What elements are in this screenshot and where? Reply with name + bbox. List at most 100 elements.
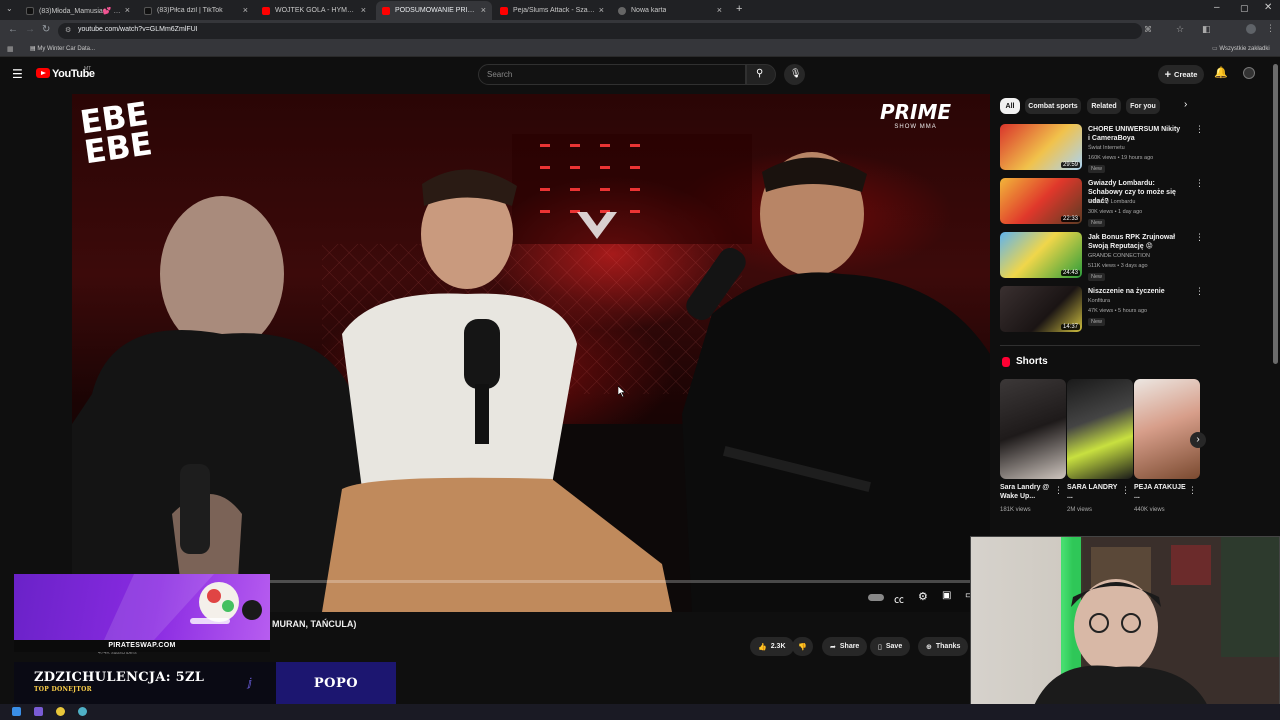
close-window-icon[interactable]: ✕ [1264,2,1272,13]
more-actions-icon[interactable]: ⋮ [1188,485,1197,496]
site-info-icon[interactable]: ⚙ [65,26,71,34]
like-button[interactable]: 👍 2.3K [750,637,794,656]
bookmark-item[interactable]: ▤ My Winter Car Data... [30,45,95,52]
shorts-next-button[interactable]: › [1190,432,1206,448]
tab-title: PODSUMOWANIE PRIME M [395,7,477,14]
chip-related[interactable]: Related [1087,98,1121,114]
recommended-thumbnail[interactable]: 14:37 [1000,286,1082,332]
create-label: Create [1174,70,1198,79]
recommended-thumbnail[interactable]: 29:59 [1000,124,1082,170]
close-tab-icon[interactable]: × [125,5,130,15]
forward-arrow-icon[interactable]: → [25,24,35,35]
short-views: 2M views [1067,507,1093,513]
recommended-channel[interactable]: Gwiazdy Lombardu [1088,199,1135,205]
more-actions-icon[interactable]: ⋮ [1054,485,1063,496]
browser-tab-2[interactable]: (83)Piłca dzil | TikTok × [138,1,254,20]
taskbar-app-icon[interactable] [78,707,87,716]
recommended-title[interactable]: Jak Bonus RPK Zrujnował Swoją Reputację … [1088,233,1184,251]
reload-icon[interactable]: ↻ [42,24,50,35]
browser-tab-1[interactable]: (83)Młoda_Mamusia💕 (@mam × [20,1,136,20]
tab-title: Peja/Slums Attack - Szacunek [513,7,595,14]
miniplayer-icon[interactable]: ▣ [942,590,951,601]
more-actions-icon[interactable]: ⋮ [1121,485,1130,496]
account-avatar[interactable] [1243,67,1255,79]
minimize-window-icon[interactable]: – [1214,2,1220,13]
tiktok-icon [26,6,34,15]
browser-tab-3[interactable]: WOJTEK GOLA - HYMN HETERO × [256,1,372,20]
more-actions-icon[interactable]: ⋮ [1195,178,1204,189]
browser-tab-4[interactable]: PODSUMOWANIE PRIME M × [376,1,492,20]
chip-all[interactable]: All [1000,98,1020,114]
short-thumbnail[interactable] [1067,379,1133,479]
new-tab-button[interactable]: + [736,3,742,15]
thanks-button[interactable]: ⊕ Thanks [918,637,969,656]
video-player[interactable]: EBE EBE PRIME SHOW MMA ㏄ ⚙ ▣ ▭ [72,94,990,612]
close-tab-icon[interactable]: × [243,5,248,15]
apps-grid-icon[interactable]: ▦ [7,45,14,53]
dislike-button[interactable]: 👎 [792,637,813,656]
close-tab-icon[interactable]: × [481,5,486,15]
new-badge: New [1088,273,1106,281]
short-title[interactable]: PEJA ATAKUJE ... [1134,483,1192,501]
short-title[interactable]: SARA LANDRY ... [1067,483,1125,501]
short-title[interactable]: Sara Landry @ Wake Up... [1000,483,1058,501]
sponsor-url: PIRATESWAP.COM [14,640,270,652]
thumbs-up-icon: 👍 [758,643,767,651]
tab-search-icon[interactable]: ⌄ [6,4,13,13]
recommended-title[interactable]: CHORE UNIWERSUM Nikity i CameraBoya [1088,125,1184,143]
all-bookmarks-label: Wszystkie zakładki [1219,46,1270,52]
bookmark-star-icon[interactable]: ☆ [1176,24,1184,35]
share-button[interactable]: ➦ Share [822,637,868,656]
translate-icon[interactable]: ⌘ [1144,25,1152,34]
recommended-channel[interactable]: Świat Internetu [1088,145,1125,151]
browser-tab-strip: ⌄ (83)Młoda_Mamusia💕 (@mam × (83)Piłca d… [0,0,1280,20]
close-tab-icon[interactable]: × [717,5,722,15]
recommended-title[interactable]: Niszczenie na życzenie [1088,287,1184,296]
chips-next-chevron-icon[interactable]: › [1184,99,1187,110]
recommended-channel[interactable]: GRANDE CONNECTION [1088,253,1150,259]
windows-start-icon[interactable] [12,707,21,716]
browser-tab-5[interactable]: Peja/Slums Attack - Szacunek × [494,1,610,20]
extensions-icon[interactable]: ◧ [1202,24,1211,35]
short-views: 440K views [1134,507,1165,513]
voice-search-button[interactable]: 🎙 [784,64,805,85]
recommended-channel[interactable]: Konfitura [1088,298,1110,304]
create-button[interactable]: + Create [1158,65,1204,84]
page-scrollbar[interactable] [1273,64,1278,364]
video-frame [72,134,990,612]
back-arrow-icon[interactable]: ← [8,24,18,35]
profile-icon[interactable] [1246,24,1256,34]
search-icon: ⚲ [756,68,764,79]
short-thumbnail[interactable] [1134,379,1200,479]
search-button[interactable]: ⚲ [746,64,776,85]
youtube-logo-icon[interactable] [36,68,50,78]
save-button[interactable]: ▯ Save [870,637,911,656]
close-tab-icon[interactable]: × [599,5,604,15]
taskbar-app-icon[interactable] [34,707,43,716]
recommended-thumbnail[interactable]: 22:33 [1000,178,1082,224]
chrome-icon[interactable] [56,707,65,716]
short-thumbnail[interactable] [1000,379,1066,479]
browser-menu-icon[interactable]: ⋮ [1266,23,1275,34]
settings-gear-icon[interactable]: ⚙ [918,590,928,603]
channel-watermark-left: EBE EBE [78,94,166,171]
close-tab-icon[interactable]: × [361,5,366,15]
tab-title: Nowa karta [631,7,667,14]
autoplay-toggle[interactable] [868,594,884,601]
more-actions-icon[interactable]: ⋮ [1195,232,1204,243]
more-actions-icon[interactable]: ⋮ [1195,286,1204,297]
search-input[interactable]: Search [478,64,746,85]
hamburger-menu-icon[interactable]: ☰ [12,67,23,81]
recommended-thumbnail[interactable]: 24:43 [1000,232,1082,278]
all-bookmarks-button[interactable]: ▭ Wszystkie zakładki [1212,45,1270,52]
chip-combat-sports[interactable]: Combat sports [1025,98,1081,114]
subtitles-icon[interactable]: ㏄ [894,591,904,606]
maximize-window-icon[interactable]: ▢ [1240,3,1249,14]
bookmark-icon: ▯ [878,643,882,651]
more-actions-icon[interactable]: ⋮ [1195,124,1204,135]
chip-for-you[interactable]: For you [1126,98,1160,114]
notifications-bell-icon[interactable]: 🔔 [1214,66,1228,79]
browser-tab-6[interactable]: Nowa karta × [612,1,728,20]
short-views: 181K views [1000,507,1031,513]
address-bar[interactable]: ⚙ youtube.com/watch?v=GLMm6ZmlFUI ⌘ [58,23,1152,39]
